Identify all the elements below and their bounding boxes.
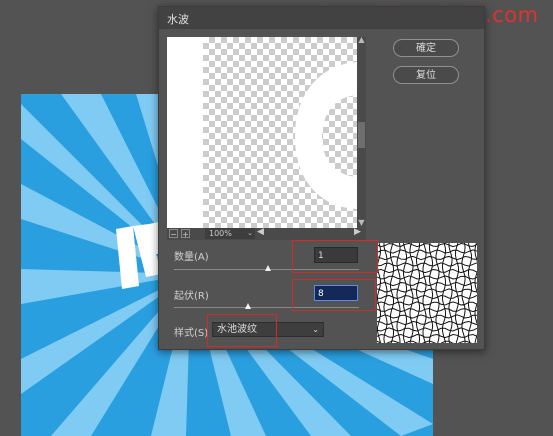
zoom-in-button[interactable]: +: [181, 229, 190, 239]
triangle-left-icon[interactable]: ◀: [257, 227, 264, 237]
zoom-out-button[interactable]: −: [169, 229, 178, 239]
amount-slider-thumb[interactable]: [265, 265, 271, 271]
preview-vertical-scrollbar[interactable]: ▲ ▼: [357, 35, 366, 228]
preview-toolbar: − + 100% ⌄ ◀ ▶: [167, 227, 366, 240]
chevron-down-icon: ⌄: [312, 325, 319, 334]
ridges-slider-thumb[interactable]: [245, 303, 251, 309]
triangle-down-icon[interactable]: ▼: [357, 218, 366, 227]
vertical-scroll-thumb[interactable]: [358, 122, 365, 148]
zoom-level-select[interactable]: 100% ⌄: [205, 228, 255, 239]
ok-button[interactable]: 確定: [393, 39, 459, 57]
dialog-title: 水波: [167, 13, 189, 26]
preview-artwork: [167, 37, 357, 228]
amount-label: 数量(A): [174, 252, 209, 263]
triangle-right-icon[interactable]: ▶: [354, 227, 361, 237]
style-label: 样式(S): [174, 328, 209, 339]
ridges-highlight-box: [292, 279, 376, 311]
style-highlight-box: [207, 314, 277, 347]
ridges-label: 起伏(R): [174, 291, 209, 302]
ripple-filter-dialog: 水波 ▲ ▼ − + 100% ⌄ ◀ ▶ 確定 复位 数量(A) 1 起伏(R…: [158, 6, 485, 350]
dialog-title-bar[interactable]: 水波: [159, 7, 484, 29]
amount-highlight-box: [292, 240, 378, 273]
ripple-grid-pattern: [376, 242, 479, 345]
zoom-level-value: 100%: [209, 229, 232, 238]
reset-button[interactable]: 复位: [393, 66, 459, 84]
triangle-up-icon[interactable]: ▲: [357, 35, 366, 44]
chevron-down-icon: ⌄: [247, 229, 253, 237]
filter-preview[interactable]: [167, 37, 357, 228]
ripple-pattern-thumbnail: [376, 242, 479, 345]
